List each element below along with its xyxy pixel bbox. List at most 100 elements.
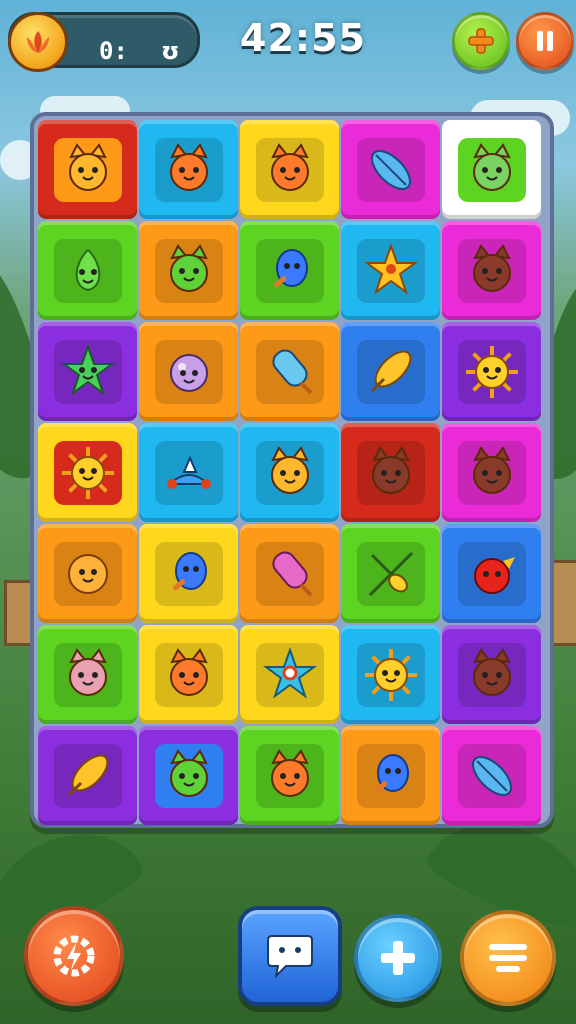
board-tile[interactable] [442,322,541,421]
board-tile[interactable] [139,423,238,522]
blue-drop-icon [172,551,207,590]
board-tile[interactable] [240,726,339,825]
board-tile[interactable] [442,423,541,522]
cat-face-icon [270,445,309,494]
tile-inner [255,339,324,404]
timer: 42:55 [240,16,366,60]
board-tile[interactable] [442,120,541,219]
menu-button[interactable] [460,910,556,1006]
bear-face-icon [472,445,511,494]
score-value: 0: [99,37,128,65]
tile-inner [356,339,425,404]
board-tile[interactable] [240,625,339,724]
board-tile[interactable] [38,625,137,724]
board-tile[interactable] [341,524,440,623]
board-tile[interactable] [38,322,137,421]
green-star-face-icon [60,343,115,396]
board-tile[interactable] [139,625,238,724]
fox-face-icon [270,142,309,191]
tile-inner [356,238,425,303]
score-icon: ʊ [161,37,180,65]
tile-inner [457,440,526,505]
board-tile[interactable] [139,221,238,320]
tile-inner [53,642,122,707]
board-tile[interactable] [442,625,541,724]
chat-bubble-icon [267,935,313,978]
tile-inner [457,339,526,404]
board-tile[interactable] [442,221,541,320]
blue-drop-icon [273,248,308,287]
board-tile[interactable] [240,120,339,219]
board-tile[interactable] [139,726,238,825]
spear-fish-icon [368,551,413,596]
board-tile[interactable] [139,322,238,421]
bubble-face-icon [169,353,208,392]
board-tile[interactable] [38,120,137,219]
game-board [30,112,554,828]
tile-inner [255,642,324,707]
blue-drop-icon [374,753,409,792]
board-tile[interactable] [341,726,440,825]
pause-button[interactable] [516,12,574,70]
tile-inner [255,238,324,303]
tile-inner [457,541,526,606]
board-tile[interactable] [38,221,137,320]
board-tile[interactable] [341,221,440,320]
board-tile[interactable] [139,524,238,623]
board-tile[interactable] [341,625,440,724]
blue-ship-icon [166,454,211,489]
tile-inner [53,137,122,202]
tile-inner [457,743,526,808]
tile-inner [53,238,122,303]
tile-inner [255,137,324,202]
board-tile[interactable] [341,423,440,522]
tile-inner [53,440,122,505]
fox-face-icon [169,647,208,696]
sun-face-icon [364,648,417,701]
tile-inner [154,137,223,202]
ice-pop-icon [271,348,312,394]
bear-face-icon [472,647,511,696]
board-tile[interactable] [341,322,440,421]
tile-inner [154,743,223,808]
tile-inner [255,541,324,606]
star-icon [363,242,418,295]
green-cat-icon [169,243,208,292]
yellow-ball-icon [67,553,108,594]
red-bird-icon [473,556,515,594]
sun-face-icon [465,345,518,398]
tile-inner [154,238,223,303]
tile-inner [154,440,223,505]
board-tile[interactable] [240,423,339,522]
tile-inner [457,137,526,202]
board-tile[interactable] [341,120,440,219]
add-button[interactable] [452,12,510,70]
board-tile[interactable] [240,524,339,623]
board-tile[interactable] [240,322,339,421]
fox-face-icon [270,748,309,797]
green-blob-icon [75,248,100,291]
board-tile[interactable] [442,726,541,825]
lotus-icon [8,12,68,72]
chat-button[interactable] [238,906,342,1006]
board-tile[interactable] [38,423,137,522]
plus-icon [381,941,415,975]
pause-icon [537,31,553,51]
board-tile[interactable] [442,524,541,623]
tile-inner [53,339,122,404]
board-tile[interactable] [38,726,137,825]
tile-inner [53,541,122,606]
plus-button[interactable] [354,914,442,1002]
tile-inner [154,339,223,404]
sun-face-icon [61,446,114,499]
bear-face-icon [472,243,511,292]
board-tile[interactable] [139,120,238,219]
yellow-leaf-icon [370,350,411,392]
fox-face-icon [169,142,208,191]
power-button[interactable] [24,906,124,1006]
board-tile[interactable] [240,221,339,320]
pink-pop-icon [271,550,312,596]
frog-face-icon [472,142,511,191]
board-tile[interactable] [38,524,137,623]
blue-leaf-icon [370,149,411,190]
